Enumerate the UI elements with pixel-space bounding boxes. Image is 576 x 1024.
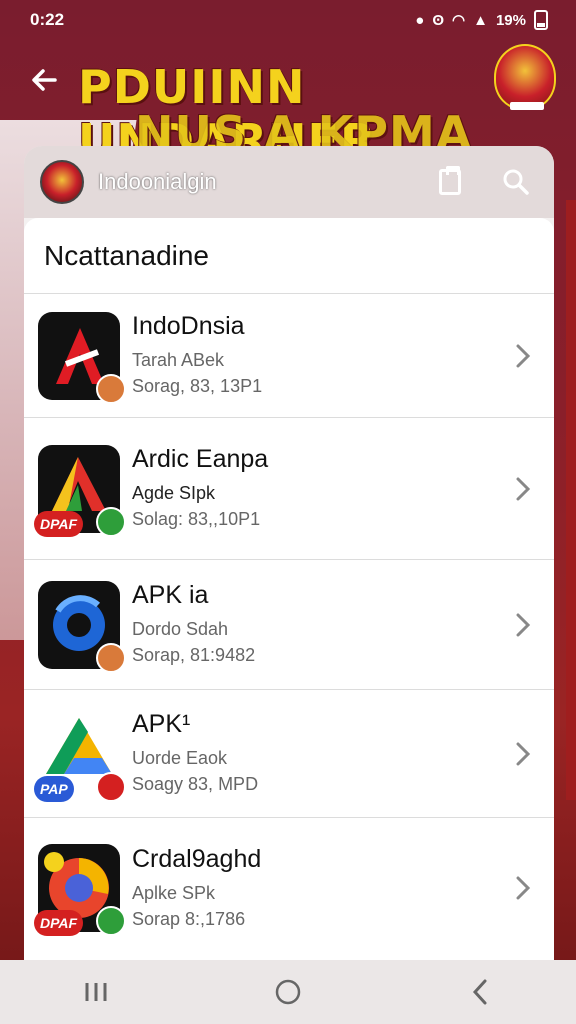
leaf-badge-icon — [96, 506, 126, 537]
item-text: Ardic Eanpa Agde SIpk Solag: 83,,10P1 — [132, 445, 508, 532]
item-subtitle: Aplke SPk — [132, 882, 216, 903]
badge-icon — [96, 642, 126, 673]
item-meta: Sorag, 83, 13P1 — [132, 376, 263, 396]
home-button[interactable] — [258, 968, 318, 1016]
status-time: 0:22 — [30, 10, 65, 29]
item-meta: Sorap, 81:9482 — [132, 645, 256, 665]
status-icons: ● ʘ ◠ ▲ 19% — [415, 10, 548, 30]
item-name: Crdal9aghd — [132, 844, 262, 873]
chevron-right-icon — [516, 344, 531, 367]
notification-icon: ● — [415, 11, 425, 29]
chevron-right-icon — [516, 876, 531, 900]
list-item[interactable]: APK ia Dordo Sdah Sorap, 81:9482 — [24, 560, 554, 690]
recent-apps-button[interactable] — [66, 968, 126, 1016]
colorful-a-icon: DPAF — [34, 444, 126, 537]
banner-edge — [566, 200, 576, 800]
back-button[interactable] — [450, 968, 510, 1016]
system-nav-bar — [0, 960, 576, 1024]
item-meta: Soagy 83, MPD — [132, 774, 259, 794]
wifi-icon: ◠ — [452, 12, 466, 29]
item-subtitle: Agde SIpk — [132, 483, 216, 503]
item-text: Crdal9aghd Aplke SPk Sorap 8:,1786 — [132, 845, 508, 932]
item-badge: DPAF — [34, 910, 84, 936]
chevron-right-icon — [516, 613, 531, 636]
list-item[interactable]: IndoDnsia Tarah ABek Sorag, 83, 13P1 — [24, 294, 554, 418]
blue-ring-icon — [38, 580, 126, 673]
app-card: Indoonialgin Ncattanadine IndoDnsia Tara… — [24, 146, 554, 966]
item-text: APK ia Dordo Sdah Sorap, 81:9482 — [132, 581, 508, 668]
clipboard-button[interactable] — [428, 160, 472, 204]
garuda-emblem-icon — [494, 44, 556, 110]
item-subtitle: Tarah ABek — [132, 350, 225, 370]
item-name: APK ia — [132, 581, 209, 609]
recent-apps-icon — [85, 983, 107, 1001]
drive-triangle-icon: PAP — [34, 709, 126, 802]
back-chevron-icon — [472, 979, 487, 1005]
content-sheet: Ncattanadine IndoDnsia Tarah ABek Sorag,… — [24, 218, 554, 966]
item-text: APK¹ Uorde Eaok Soagy 83, MPD — [132, 710, 508, 797]
sync-icon: ʘ — [432, 11, 445, 29]
item-subtitle: Dordo Sdah — [132, 619, 229, 639]
home-icon — [275, 979, 301, 1005]
leaf-badge-icon — [96, 906, 126, 936]
status-bar: 0:22 ● ʘ ◠ ▲ 19% — [0, 0, 576, 40]
item-name: IndoDnsia — [132, 312, 245, 340]
battery-icon — [534, 10, 548, 30]
item-badge: PAP — [34, 775, 74, 802]
search-button[interactable] — [494, 160, 538, 204]
item-name: Ardic Eanpa — [132, 445, 269, 473]
section-title: Ncattanadine — [24, 218, 554, 294]
app-bar: Indoonialgin — [24, 146, 554, 218]
clipboard-icon — [439, 166, 461, 195]
list-item[interactable]: DPAF Crdal9aghd Aplke SPk Sorap 8:,1786 — [24, 818, 554, 958]
search-icon — [503, 169, 529, 195]
item-name: APK¹ — [132, 710, 191, 738]
item-meta: Solag: 83,,10P1 — [132, 509, 261, 529]
signal-icon: ▲ — [473, 11, 488, 29]
app-logo-icon — [40, 160, 84, 204]
item-badge: DPAF — [34, 510, 84, 537]
chrome-like-icon: DPAF — [34, 844, 126, 936]
list-item[interactable]: PAP APK¹ Uorde Eaok Soagy 83, MPD — [24, 690, 554, 818]
battery-percent: 19% — [495, 11, 526, 29]
badge-icon — [96, 373, 126, 404]
app-title: Indoonialgin — [98, 169, 217, 194]
chevron-right-icon — [516, 742, 531, 765]
item-text: IndoDnsia Tarah ABek Sorag, 83, 13P1 — [132, 312, 508, 399]
badge-icon — [96, 771, 126, 802]
chevron-right-icon — [516, 477, 531, 500]
header: PDUIINN UNDARHER NUS A KPMA — [0, 40, 576, 168]
list-item[interactable]: DPAF Ardic Eanpa Agde SIpk Solag: 83,,10… — [24, 418, 554, 560]
back-arrow-icon[interactable] — [22, 62, 66, 106]
item-subtitle: Uorde Eaok — [132, 748, 228, 768]
item-meta: Sorap 8:,1786 — [132, 908, 246, 929]
red-a-icon — [38, 311, 126, 404]
